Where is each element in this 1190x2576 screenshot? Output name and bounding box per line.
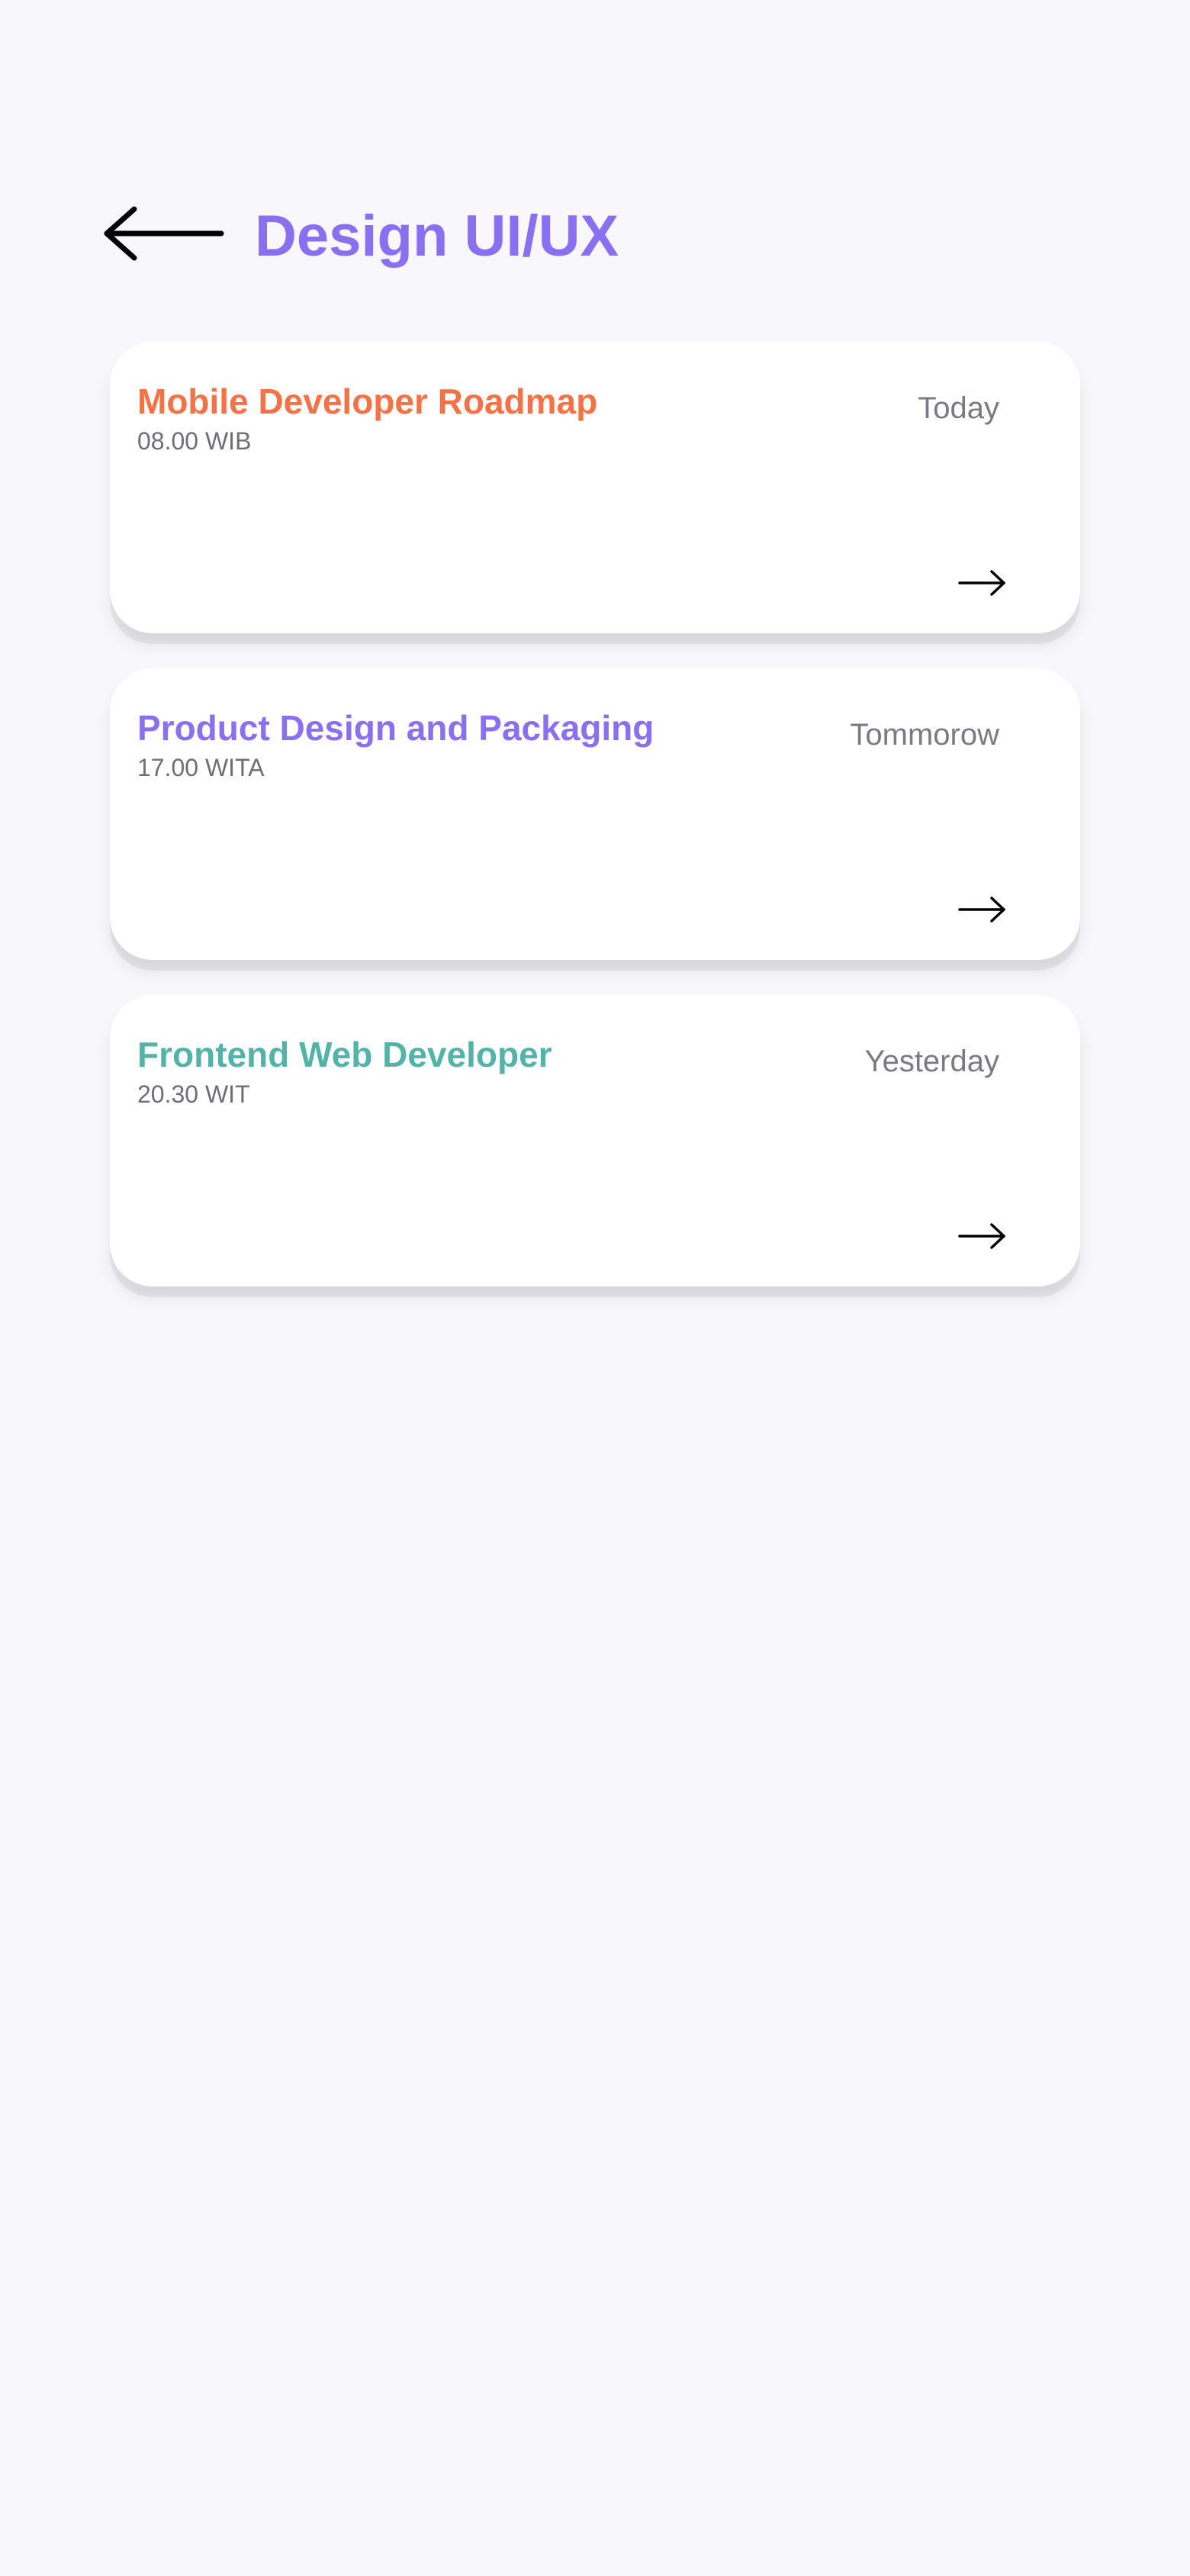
course-time: 17.00 WITA [137,754,265,781]
course-card-mobile-developer-roadmap[interactable]: Mobile Developer Roadmap 08.00 WIB Today [110,342,1080,633]
page-title: Design UI/UX [255,204,619,269]
app-header: Design UI/UX [0,0,1190,320]
course-card-product-design-and-packaging[interactable]: Product Design and Packaging 17.00 WITA … [110,668,1080,960]
arrow-right-icon [958,1223,1005,1249]
course-time: 08.00 WIB [137,427,252,455]
course-title: Mobile Developer Roadmap [137,382,598,421]
open-course-button[interactable] [958,894,1007,925]
course-title: Product Design and Packaging [137,708,654,748]
open-course-button[interactable] [958,568,1007,598]
arrow-right-icon [958,570,1005,596]
course-day: Yesterday [864,1045,999,1078]
course-day: Tommorow [850,718,999,752]
course-card-frontend-web-developer[interactable]: Frontend Web Developer 20.30 WIT Yesterd… [110,995,1080,1286]
back-button[interactable] [99,200,229,267]
course-time: 20.30 WIT [137,1080,250,1108]
open-course-button[interactable] [958,1221,1007,1251]
course-title: Frontend Web Developer [137,1035,552,1074]
arrow-right-icon [958,897,1005,923]
course-day: Today [918,391,999,425]
arrow-left-icon [104,206,224,261]
